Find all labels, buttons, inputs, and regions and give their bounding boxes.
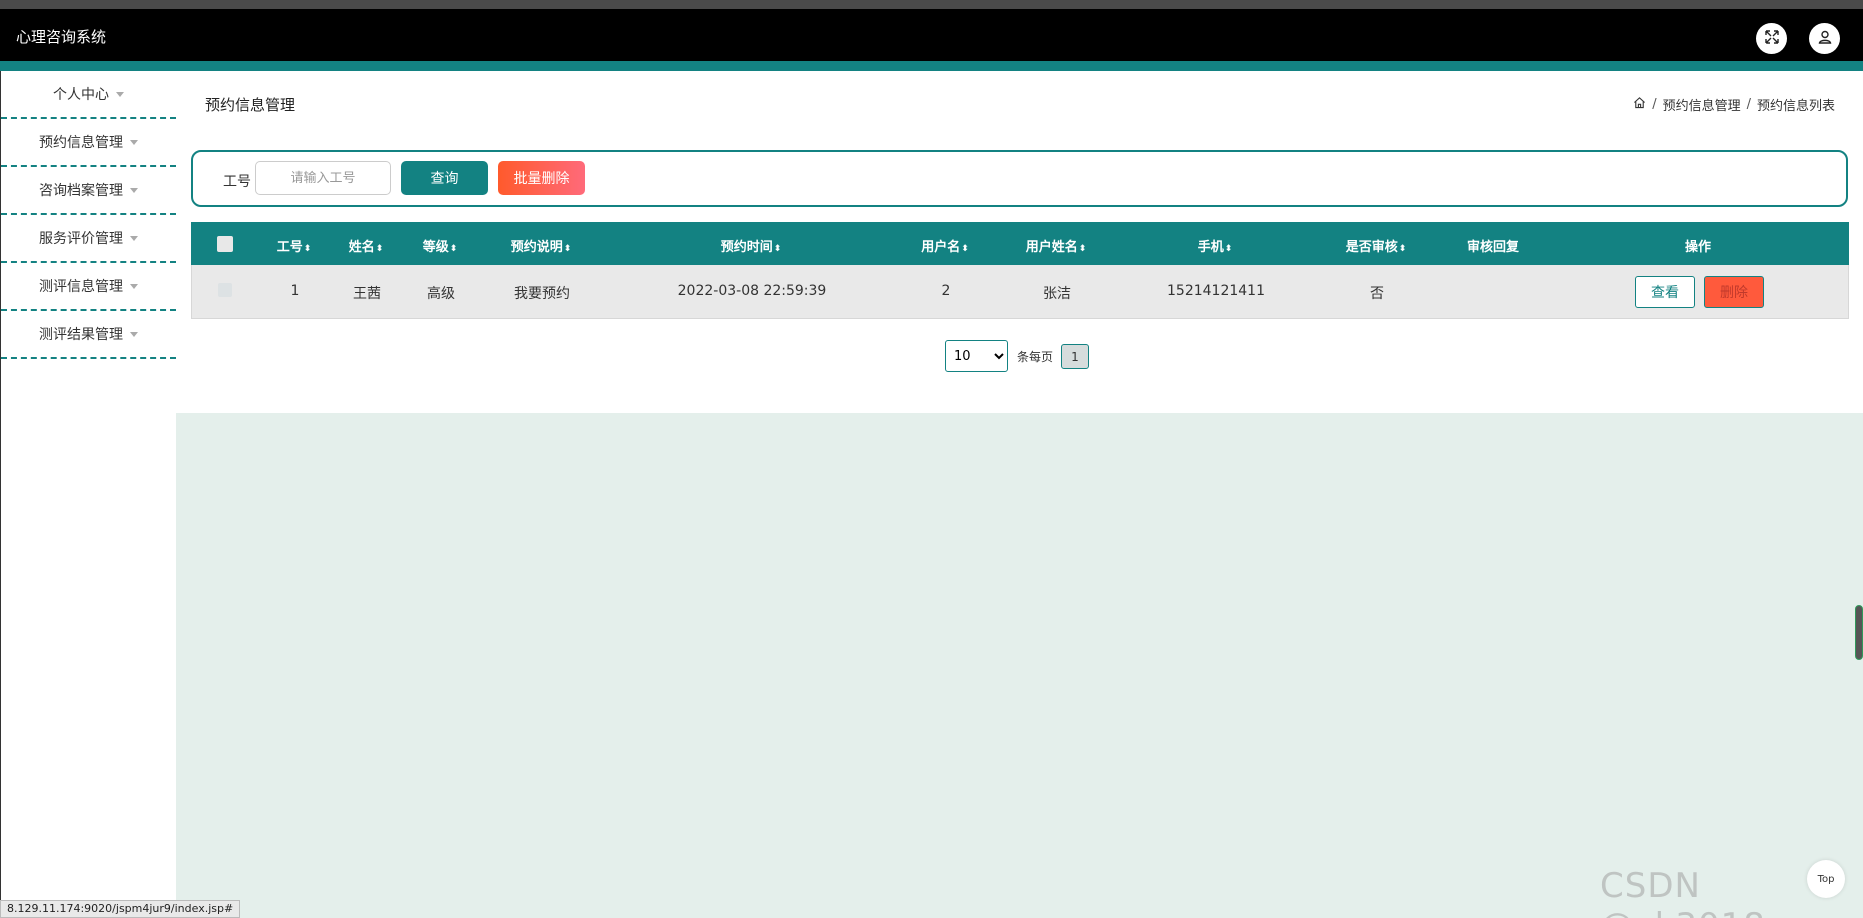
column-header-actions: 操作 bbox=[1684, 240, 1712, 255]
breadcrumb: / 预约信息管理 / 预约信息列表 bbox=[1633, 95, 1835, 114]
sort-icon: ⬍ bbox=[563, 244, 572, 254]
sidebar-item-label: 测评结果管理 bbox=[39, 327, 123, 343]
header-accent-line bbox=[0, 61, 1863, 71]
sidebar-item-assessment-results[interactable]: 测评结果管理 bbox=[1, 311, 176, 359]
caret-down-icon bbox=[130, 235, 138, 241]
delete-button[interactable]: 删除 bbox=[1704, 276, 1764, 308]
column-header-user-fullname[interactable]: 用户姓名⬍ bbox=[1026, 236, 1087, 255]
caret-down-icon bbox=[116, 91, 124, 97]
caret-down-icon bbox=[130, 283, 138, 289]
sidebar-item-consult-records[interactable]: 咨询档案管理 bbox=[1, 167, 176, 215]
column-header-gonghao[interactable]: 工号⬍ bbox=[277, 236, 312, 255]
sort-icon: ⬍ bbox=[1398, 244, 1407, 254]
breadcrumb-separator: / bbox=[1746, 97, 1751, 112]
cell-time: 2022-03-08 22:59:39 bbox=[677, 283, 827, 299]
home-icon[interactable] bbox=[1633, 96, 1646, 113]
column-header-reply: 审核回复 bbox=[1466, 240, 1520, 255]
page-title: 预约信息管理 bbox=[205, 96, 296, 114]
sidebar: 个人中心 预约信息管理 咨询档案管理 服务评价管理 测评信息管理 测评结果管理 bbox=[0, 71, 176, 918]
sort-icon: ⬍ bbox=[773, 244, 782, 254]
column-header-name[interactable]: 姓名⬍ bbox=[349, 236, 384, 255]
cell-name: 王茜 bbox=[353, 286, 381, 302]
sort-icon: ⬍ bbox=[961, 244, 969, 254]
batch-delete-button[interactable]: 批量删除 bbox=[498, 161, 585, 195]
page-number-button[interactable]: 1 bbox=[1061, 344, 1089, 369]
caret-down-icon bbox=[130, 187, 138, 193]
column-header-description[interactable]: 预约说明⬍ bbox=[511, 236, 572, 255]
sidebar-item-label: 个人中心 bbox=[53, 87, 109, 103]
sort-icon: ⬍ bbox=[375, 244, 384, 254]
sidebar-item-label: 咨询档案管理 bbox=[39, 183, 123, 199]
cell-gonghao: 1 bbox=[290, 283, 300, 299]
query-button[interactable]: 查询 bbox=[401, 161, 488, 195]
cell-user-fullname: 张洁 bbox=[1043, 286, 1071, 302]
cell-level: 高级 bbox=[427, 286, 455, 302]
column-header-time[interactable]: 预约时间⬍ bbox=[721, 236, 782, 255]
sort-icon: ⬍ bbox=[303, 244, 312, 254]
fullscreen-button[interactable] bbox=[1756, 23, 1787, 54]
app-title: 心理咨询系统 bbox=[16, 28, 107, 46]
caret-down-icon bbox=[130, 331, 138, 337]
column-header-audited[interactable]: 是否审核⬍ bbox=[1346, 236, 1407, 255]
cell-description: 我要预约 bbox=[514, 286, 570, 302]
content-background bbox=[176, 413, 1863, 918]
sort-icon: ⬍ bbox=[1224, 244, 1233, 254]
user-icon bbox=[1817, 29, 1833, 49]
sidebar-item-label: 预约信息管理 bbox=[39, 135, 123, 151]
sidebar-item-label: 测评信息管理 bbox=[39, 279, 123, 295]
breadcrumb-level1[interactable]: 预约信息管理 bbox=[1663, 95, 1741, 114]
select-all-checkbox[interactable] bbox=[217, 236, 233, 252]
cell-username: 2 bbox=[941, 283, 951, 299]
scrollbar-thumb[interactable] bbox=[1855, 605, 1863, 660]
app-header: 心理咨询系统 bbox=[0, 9, 1863, 61]
table-header: 工号⬍ 姓名⬍ 等级⬍ 预约说明⬍ 预约时间⬍ 用户名⬍ 用户姓名⬍ 手机⬍ 是… bbox=[191, 222, 1849, 265]
column-header-phone[interactable]: 手机⬍ bbox=[1198, 236, 1233, 255]
search-input[interactable] bbox=[255, 161, 391, 195]
window-top-bar bbox=[0, 0, 1863, 9]
status-bar-url: 8.129.11.174:9020/jspm4jur9/index.jsp# bbox=[0, 900, 241, 918]
cell-audited: 否 bbox=[1370, 286, 1384, 302]
page-size-select[interactable]: 10 bbox=[945, 340, 1008, 372]
table-row: 1 王茜 高级 我要预约 2022-03-08 22:59:39 2 张洁 15… bbox=[191, 265, 1849, 319]
view-button[interactable]: 查看 bbox=[1635, 276, 1695, 308]
column-header-username[interactable]: 用户名⬍ bbox=[921, 236, 969, 255]
sort-icon: ⬍ bbox=[1078, 244, 1087, 254]
sidebar-item-appointments[interactable]: 预约信息管理 bbox=[1, 119, 176, 167]
sidebar-item-label: 服务评价管理 bbox=[39, 231, 123, 247]
fullscreen-icon bbox=[1764, 29, 1780, 49]
column-header-level[interactable]: 等级⬍ bbox=[423, 236, 458, 255]
breadcrumb-level2: 预约信息列表 bbox=[1756, 99, 1835, 114]
cell-phone: 15214121411 bbox=[1167, 283, 1265, 299]
sidebar-item-assessment-info[interactable]: 测评信息管理 bbox=[1, 263, 176, 311]
breadcrumb-separator: / bbox=[1652, 97, 1657, 112]
caret-down-icon bbox=[130, 139, 138, 145]
search-label: 工号 bbox=[223, 174, 251, 190]
row-checkbox[interactable] bbox=[218, 283, 232, 297]
sort-icon: ⬍ bbox=[449, 244, 458, 254]
sidebar-item-profile[interactable]: 个人中心 bbox=[1, 71, 176, 119]
sidebar-item-service-reviews[interactable]: 服务评价管理 bbox=[1, 215, 176, 263]
user-button[interactable] bbox=[1809, 23, 1840, 54]
back-to-top-button[interactable]: Top bbox=[1807, 860, 1845, 898]
per-page-label: 条每页 bbox=[1017, 350, 1054, 364]
